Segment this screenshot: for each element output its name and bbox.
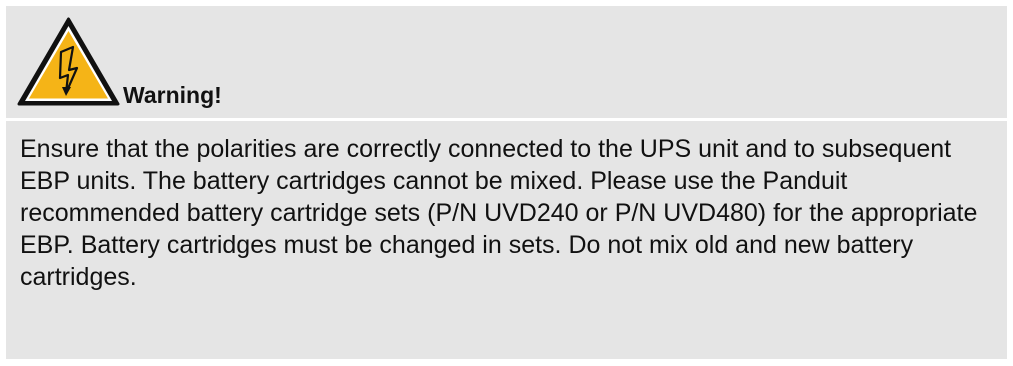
warning-body-text: Ensure that the polarities are correctly… [20, 135, 978, 291]
warning-panel: Warning! Ensure that the polarities are … [6, 6, 1007, 359]
warning-heading: Warning! [123, 82, 222, 108]
high-voltage-warning-icon [17, 17, 120, 107]
divider [6, 118, 1007, 121]
